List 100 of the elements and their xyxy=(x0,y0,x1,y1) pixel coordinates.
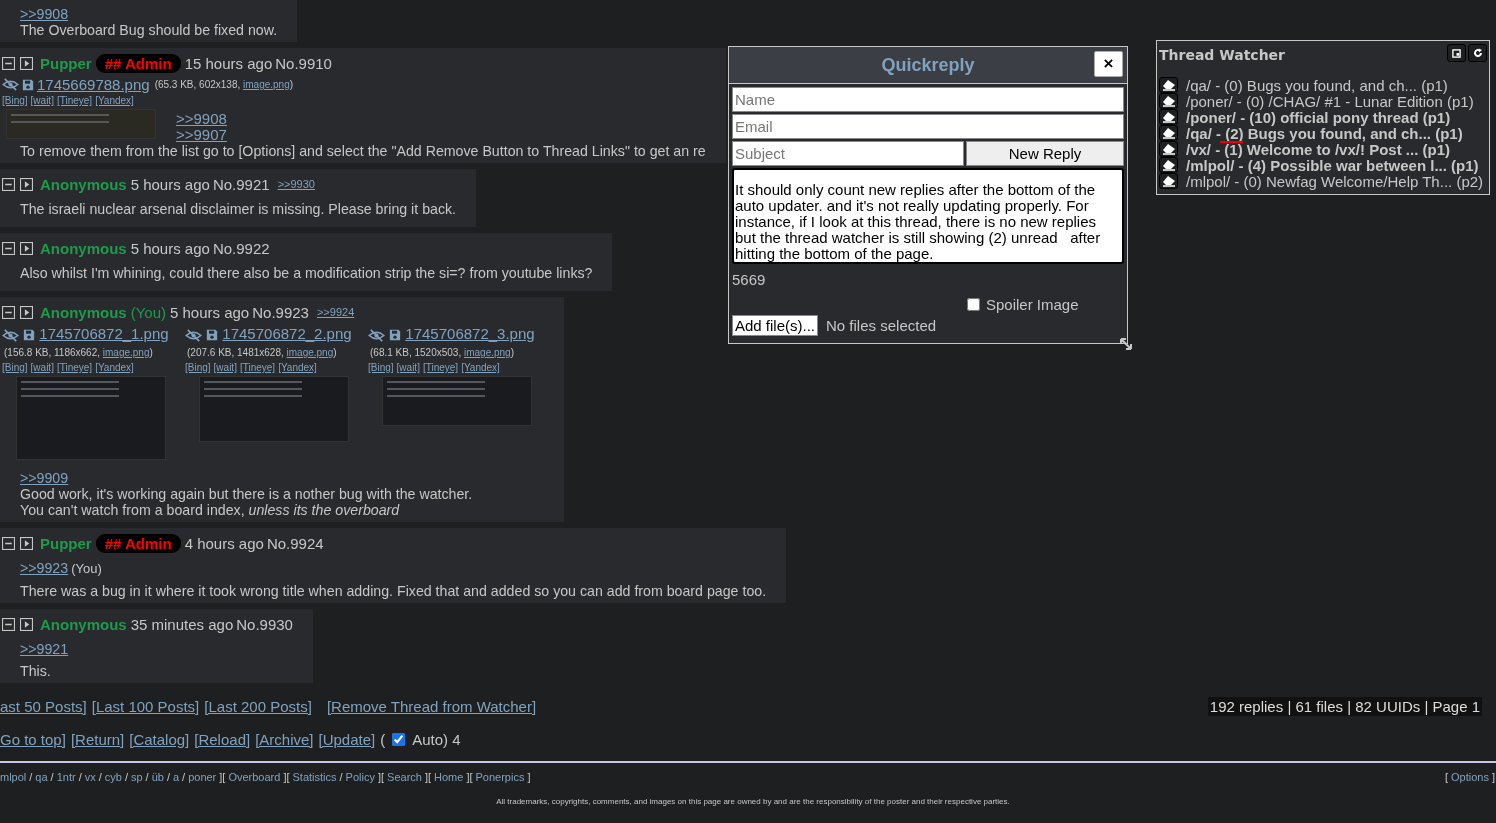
navigation-link[interactable]: [Return] xyxy=(70,730,125,748)
board-link[interactable]: Policy xyxy=(345,771,375,783)
quote-link[interactable]: >>9908 xyxy=(20,6,69,22)
post-number[interactable]: No.9910 xyxy=(275,54,332,72)
board-link[interactable]: qa xyxy=(35,771,48,783)
message-field[interactable]: It should only count new replies after the bottom of the auto updater. and it's not really updating properly. For instance, if I look at this thread, there is no new replies but the thread watcher is still showing (2) unread after hitting the bottom of the page. xyxy=(732,168,1124,264)
original-name-link[interactable]: image.png xyxy=(102,347,150,358)
collapse-icon[interactable] xyxy=(2,617,15,631)
quote-link[interactable]: >>9923 xyxy=(20,560,69,576)
hide-image-icon[interactable] xyxy=(2,328,19,342)
board-link[interactable]: Home xyxy=(434,771,464,783)
image-search-link[interactable]: [Yandex] xyxy=(95,362,134,373)
board-link[interactable]: Overboard xyxy=(228,771,281,783)
quote-link[interactable]: >>9921 xyxy=(20,641,69,657)
expand-icon[interactable] xyxy=(20,177,33,191)
navigation-link[interactable]: Go to top] xyxy=(0,730,66,748)
navigation-link[interactable]: [Catalog] xyxy=(129,730,190,748)
image-search-link[interactable]: [Yandex] xyxy=(461,362,500,373)
post-number[interactable]: No.9923 xyxy=(252,303,309,321)
image-search-link[interactable]: [Bing] xyxy=(2,362,28,373)
expand-icon[interactable] xyxy=(20,536,33,550)
remove-thread-link[interactable]: [Remove Thread from Watcher] xyxy=(326,697,537,715)
file-name-link[interactable]: 1745706872_3.png xyxy=(405,325,535,342)
board-link[interactable]: Search xyxy=(387,771,422,783)
quote-link[interactable]: >>9909 xyxy=(20,470,69,486)
image-search-link[interactable]: [Yandex] xyxy=(95,95,134,106)
image-search-link[interactable]: [Tineye] xyxy=(239,362,276,373)
spoiler-checkbox[interactable] xyxy=(967,298,980,311)
board-link[interactable]: Statistics xyxy=(292,771,337,783)
options-link[interactable]: Options xyxy=(1451,771,1489,783)
image-search-link[interactable]: [wait] xyxy=(213,362,237,373)
image-search-link[interactable]: [wait] xyxy=(30,362,54,373)
backlink[interactable]: >>9930 xyxy=(277,178,315,190)
name-field[interactable]: Name xyxy=(732,87,1124,112)
collapse-icon[interactable] xyxy=(2,56,15,70)
refresh-icon[interactable] xyxy=(1472,48,1483,58)
board-link[interactable]: poner xyxy=(188,771,217,783)
collapse-icon[interactable] xyxy=(2,305,15,319)
image-search-link[interactable]: [Bing] xyxy=(185,362,211,373)
post-number[interactable]: No.9922 xyxy=(212,239,270,257)
navigation-link[interactable]: [Update] xyxy=(318,730,376,748)
save-icon[interactable] xyxy=(22,78,34,91)
board-link[interactable]: sp xyxy=(130,771,143,783)
close-button[interactable]: × xyxy=(1094,51,1123,77)
original-name-link[interactable]: image.png xyxy=(463,347,511,358)
collapse-icon[interactable] xyxy=(2,536,15,550)
save-icon[interactable] xyxy=(23,329,36,342)
image-search-link[interactable]: [Yandex] xyxy=(278,362,317,373)
save-icon[interactable] xyxy=(389,329,402,342)
navigation-link[interactable]: [Archive] xyxy=(255,730,314,748)
save-icon[interactable] xyxy=(206,329,219,342)
new-reply-button[interactable]: New Reply xyxy=(966,141,1124,166)
file-name-link[interactable]: 1745669788.png xyxy=(37,76,150,93)
quote-link[interactable]: >>9908 xyxy=(176,111,227,127)
file-name-link[interactable]: 1745706872_1.png xyxy=(39,325,169,342)
watched-thread-link[interactable]: /qa/ - (0) Bugs you found, and ch... (p1) xyxy=(1186,76,1448,94)
board-link[interactable]: vx xyxy=(84,771,96,783)
file-name-link[interactable]: 1745706872_2.png xyxy=(222,325,352,342)
hide-image-icon[interactable] xyxy=(185,328,202,342)
thread-link[interactable]: [Last 200 Posts] xyxy=(204,697,312,715)
collapse-icon[interactable] xyxy=(2,177,15,191)
backlink[interactable]: >>9924 xyxy=(316,306,355,318)
quote-link[interactable]: >>9907 xyxy=(176,127,227,143)
refresh-button[interactable] xyxy=(1468,44,1487,62)
subject-field[interactable]: Subject xyxy=(732,141,964,166)
hide-image-icon[interactable] xyxy=(2,78,19,91)
auto-update-checkbox[interactable] xyxy=(392,732,406,746)
resize-handle-icon[interactable] xyxy=(1119,337,1133,351)
screenshot-thumbnail[interactable] xyxy=(382,376,532,426)
post-number[interactable]: No.9924 xyxy=(266,534,324,552)
board-link[interactable]: cyb xyxy=(104,771,122,783)
board-link[interactable]: mlpol xyxy=(0,771,27,783)
image-search-link[interactable]: [Tineye] xyxy=(422,362,459,373)
post-number[interactable]: No.9921 xyxy=(212,175,270,193)
image-search-link[interactable]: [wait] xyxy=(396,362,420,373)
image-search-link[interactable]: [wait] xyxy=(30,95,54,106)
board-link[interactable]: 1ntr xyxy=(56,771,76,783)
image-search-link[interactable]: [Tineye] xyxy=(56,95,93,106)
image-search-link[interactable]: [Tineye] xyxy=(56,362,93,373)
screenshot-thumbnail[interactable] xyxy=(6,109,156,139)
original-name-link[interactable]: image.png xyxy=(243,79,290,90)
popout-icon[interactable] xyxy=(1452,48,1461,58)
quickreply-titlebar[interactable]: Quickreply × xyxy=(729,47,1127,84)
screenshot-thumbnail[interactable] xyxy=(16,376,166,460)
add-files-button[interactable]: Add file(s)... xyxy=(732,315,819,336)
expand-icon[interactable] xyxy=(20,56,33,70)
thread-link[interactable]: [Last 100 Posts] xyxy=(91,697,200,715)
popout-button[interactable] xyxy=(1447,44,1466,62)
collapse-icon[interactable] xyxy=(2,241,15,255)
hide-image-icon[interactable] xyxy=(368,328,385,342)
expand-icon[interactable] xyxy=(20,241,33,255)
thread-link[interactable]: ast 50 Posts] xyxy=(0,697,87,715)
image-search-link[interactable]: [Bing] xyxy=(368,362,394,373)
image-search-link[interactable]: [Bing] xyxy=(2,95,28,106)
email-field[interactable]: Email xyxy=(732,114,1124,139)
board-link[interactable]: Ponerpics xyxy=(475,771,525,783)
board-link[interactable]: a xyxy=(172,771,180,783)
post-number[interactable]: No.9930 xyxy=(236,615,293,633)
expand-icon[interactable] xyxy=(20,305,33,319)
expand-icon[interactable] xyxy=(20,617,33,631)
